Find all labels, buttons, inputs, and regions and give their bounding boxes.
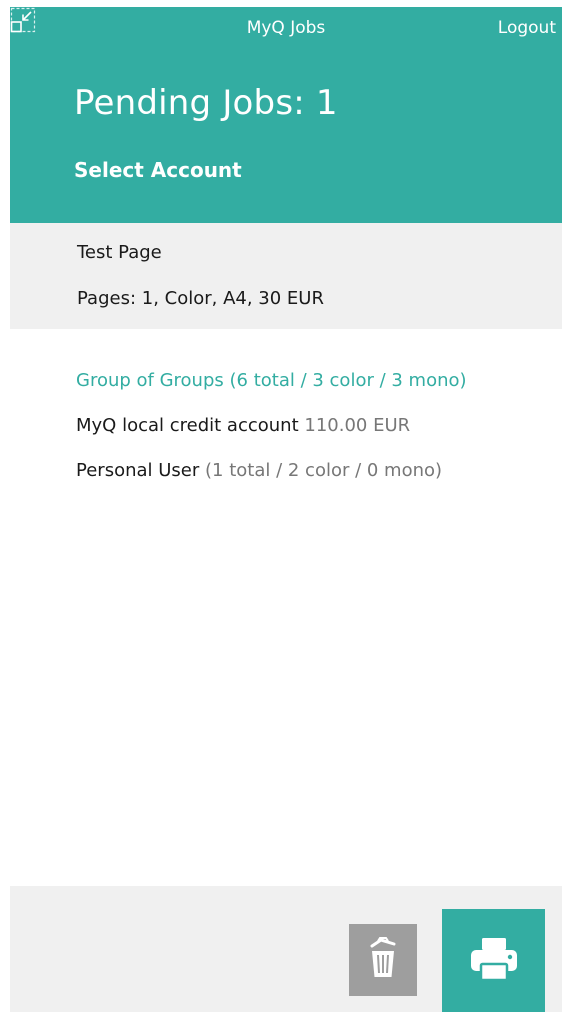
logout-link[interactable]: Logout: [498, 18, 556, 38]
account-balance: 110.00 EUR: [304, 415, 411, 436]
select-account-heading: Select Account: [74, 158, 242, 182]
print-button[interactable]: [442, 909, 545, 1012]
account-name: MyQ local credit account: [76, 415, 299, 436]
job-name: Test Page: [77, 242, 162, 263]
delete-button[interactable]: [349, 924, 417, 996]
account-quota: (1 total / 2 color / 0 mono): [205, 460, 443, 481]
account-item-group-of-groups[interactable]: Group of Groups (6 total / 3 color / 3 m…: [76, 369, 562, 414]
account-name: Group of Groups (6 total / 3 color / 3 m…: [76, 370, 467, 391]
account-list: Group of Groups (6 total / 3 color / 3 m…: [76, 369, 562, 504]
page-title: Pending Jobs: 1: [74, 83, 338, 123]
account-item-personal-user[interactable]: Personal User (1 total / 2 color / 0 mon…: [76, 459, 562, 504]
account-item-local-credit[interactable]: MyQ local credit account 110.00 EUR: [76, 414, 562, 459]
printer-icon: [468, 936, 520, 986]
job-details: Pages: 1, Color, A4, 30 EUR: [77, 288, 324, 309]
job-info-panel: Test Page Pages: 1, Color, A4, 30 EUR: [10, 223, 562, 329]
trash-icon: [366, 937, 400, 983]
account-name: Personal User: [76, 460, 200, 481]
app-header: MyQ Jobs Logout Pending Jobs: 1 Select A…: [10, 7, 562, 223]
action-bar: [10, 886, 562, 1012]
app-title: MyQ Jobs: [246, 18, 326, 38]
